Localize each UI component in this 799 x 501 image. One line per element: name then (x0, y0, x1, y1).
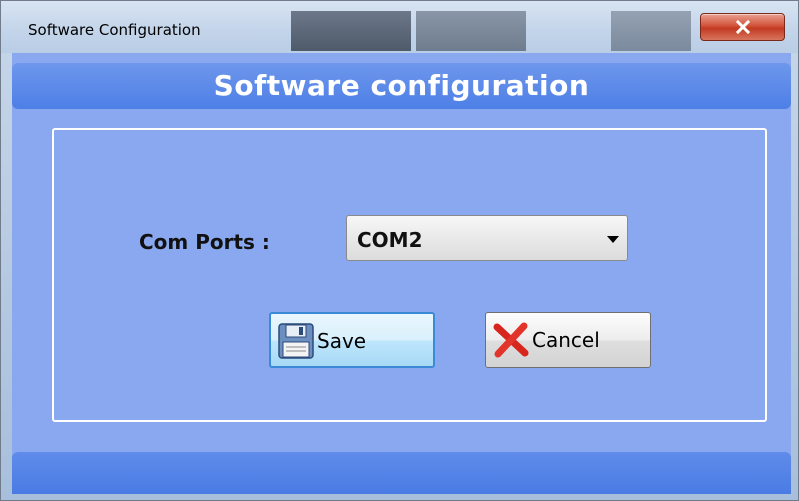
header-band: Software configuration (12, 63, 791, 109)
close-icon (735, 19, 750, 35)
com-ports-selected-value: COM2 (357, 228, 423, 252)
chevron-down-icon (607, 236, 619, 243)
com-ports-label: Com Ports : (139, 230, 270, 254)
save-button-label: Save (317, 329, 367, 353)
titlebar-background-shadow (291, 11, 411, 51)
com-ports-dropdown[interactable]: COM2 (346, 215, 628, 261)
red-x-icon (493, 322, 529, 358)
cancel-button-label: Cancel (532, 328, 600, 352)
floppy-disk-icon (278, 323, 314, 359)
window-title: Software Configuration (28, 21, 201, 39)
titlebar-background-shadow (611, 11, 691, 51)
titlebar-background-shadow (416, 11, 526, 51)
close-button[interactable] (700, 13, 785, 41)
footer-band (12, 452, 791, 494)
settings-group-box (52, 128, 767, 422)
dialog-heading: Software configuration (213, 69, 590, 102)
cancel-button[interactable]: Cancel (485, 312, 651, 368)
save-button[interactable]: Save (269, 312, 435, 368)
title-bar[interactable]: Software Configuration (1, 1, 798, 53)
dialog-client-area: Software configuration Com Ports : COM2 … (12, 53, 791, 494)
software-configuration-window: Software Configuration Software configur… (0, 0, 799, 501)
